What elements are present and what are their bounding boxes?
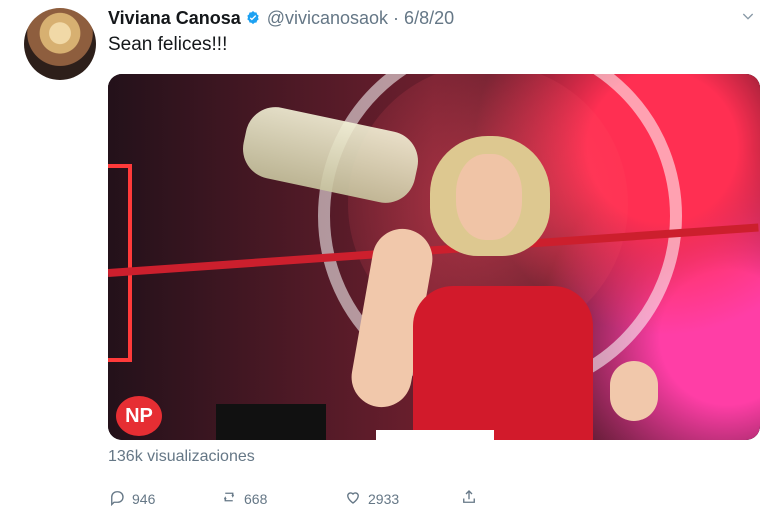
reply-action[interactable]: 946 — [108, 488, 155, 509]
presenter-hand — [610, 361, 658, 421]
avatar[interactable] — [24, 8, 96, 80]
handle-and-date[interactable]: @vivicanosaok · 6/8/20 — [267, 8, 454, 29]
video-media[interactable]: NP — [108, 74, 760, 440]
tweet-card: Viviana Canosa @vivicanosaok · 6/8/20 Se… — [0, 0, 768, 513]
retweet-action[interactable]: 668 — [220, 488, 267, 509]
presenter-face — [456, 154, 522, 240]
stage-light-bar — [108, 164, 132, 362]
author-name[interactable]: Viviana Canosa — [108, 8, 241, 29]
share-action[interactable] — [460, 488, 478, 509]
retweet-icon — [220, 488, 238, 509]
share-icon — [460, 488, 478, 509]
reply-icon — [108, 488, 126, 509]
desk-object — [216, 404, 326, 440]
reply-count: 946 — [132, 490, 156, 507]
tweet-actions: 946 668 2933 — [108, 488, 528, 508]
views-count: 136k visualizaciones — [108, 448, 255, 465]
like-count: 2933 — [368, 490, 400, 507]
retweet-count: 668 — [244, 490, 268, 507]
like-action[interactable]: 2933 — [344, 488, 399, 509]
presenter-dress — [413, 286, 593, 440]
tweet-header: Viviana Canosa @vivicanosaok · 6/8/20 — [108, 6, 748, 30]
desk-card — [376, 430, 494, 440]
verified-badge-icon — [245, 10, 261, 26]
chevron-down-icon[interactable] — [740, 8, 756, 24]
presenter-figure — [346, 136, 658, 440]
heart-icon — [344, 488, 362, 509]
tweet-text: Sean felices!!! — [108, 34, 228, 55]
channel-logo: NP — [116, 396, 162, 436]
